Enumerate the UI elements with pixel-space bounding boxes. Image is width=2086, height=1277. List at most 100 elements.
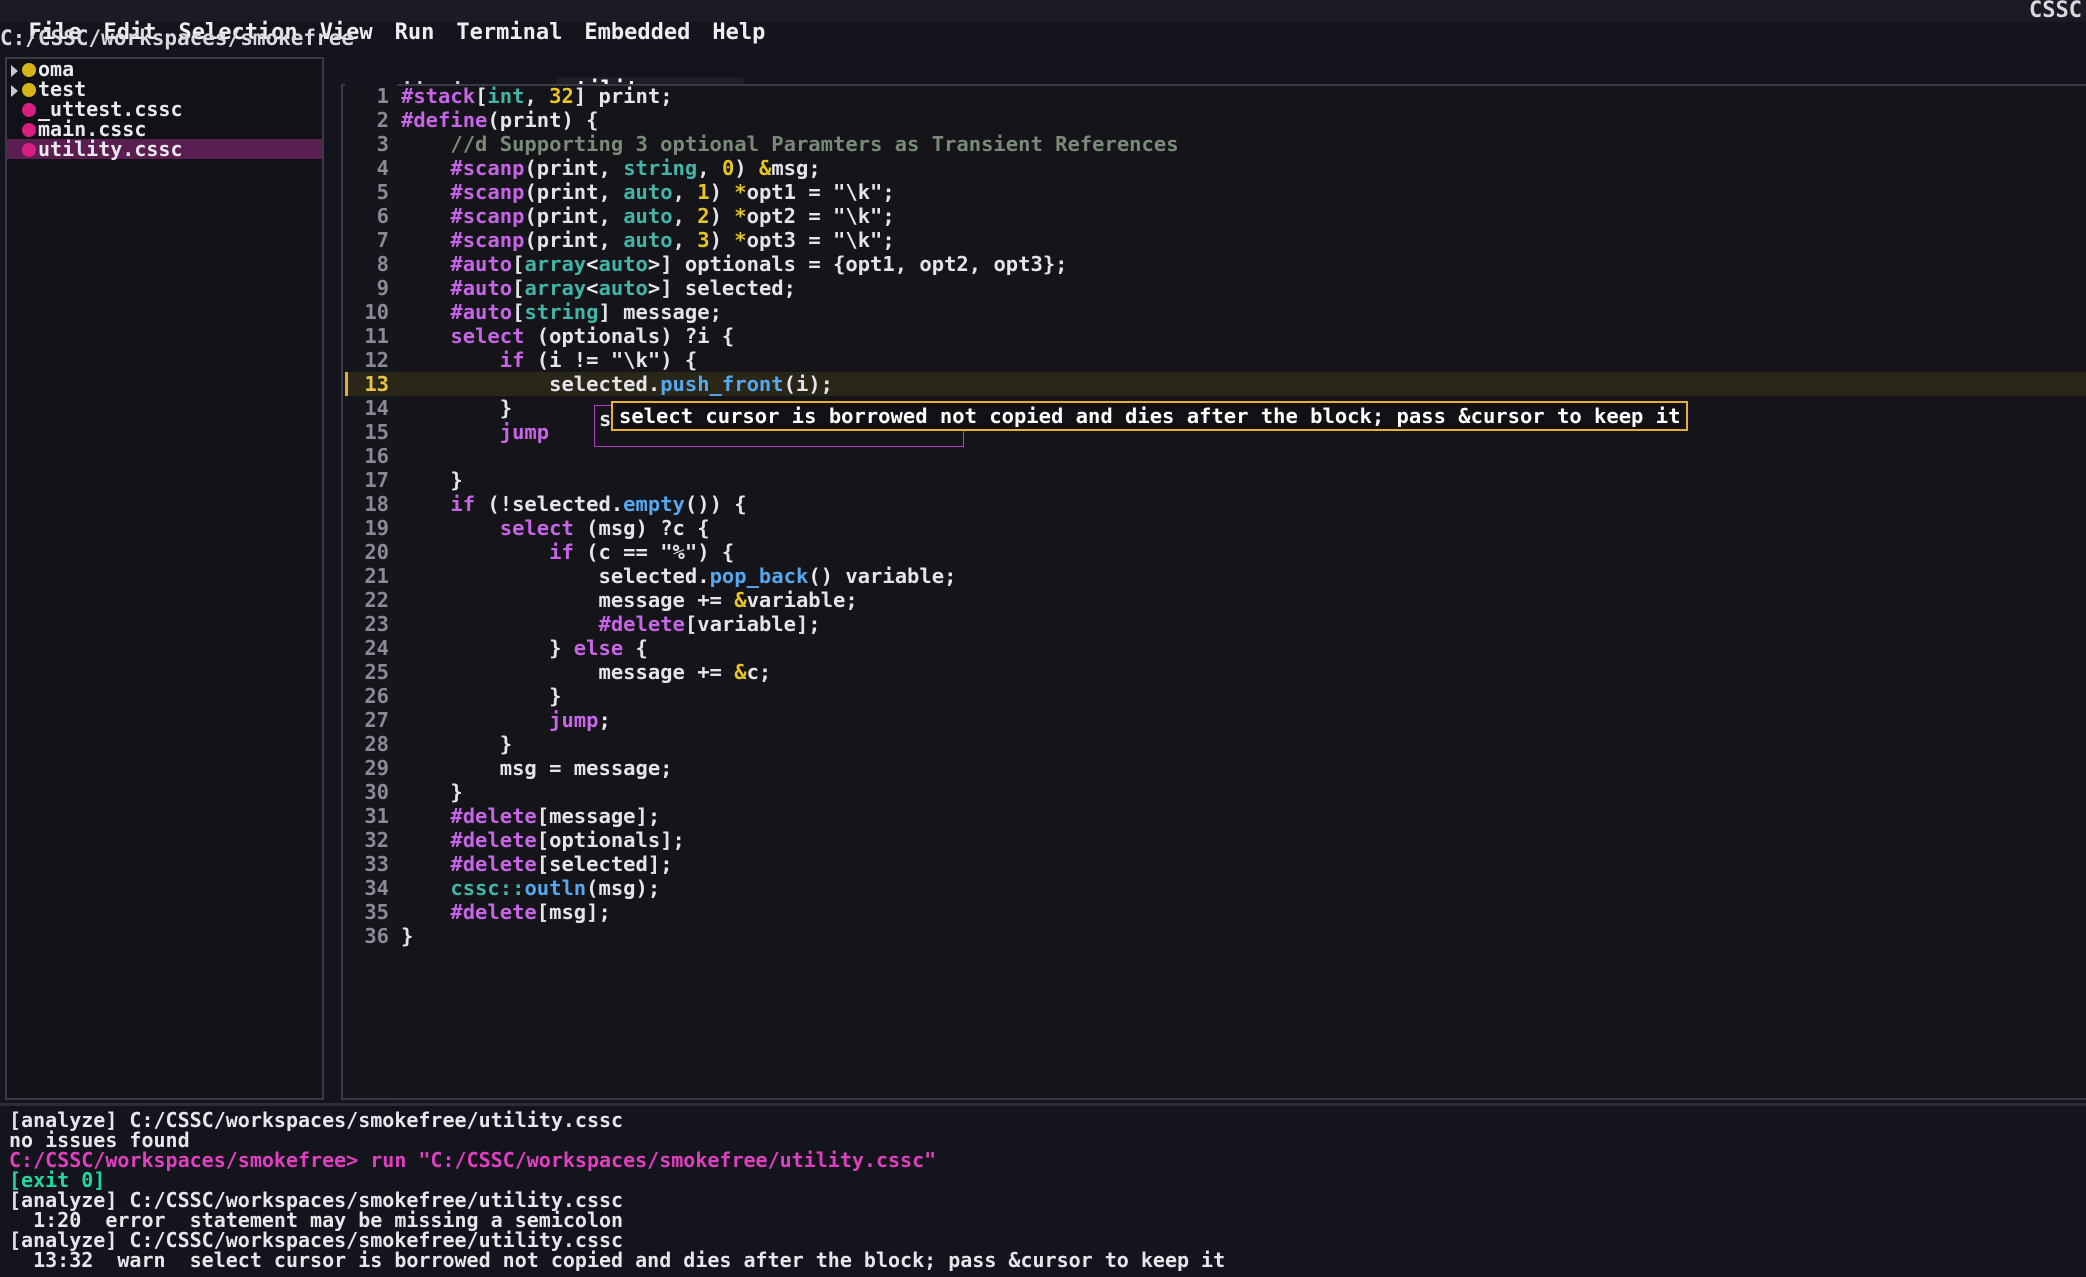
code-line[interactable]: 13 selected.push_front(i); (345, 372, 2086, 396)
menu-run[interactable]: Run (393, 22, 435, 44)
tree-item-label: utility.cssc (38, 137, 183, 161)
code-token: } (401, 732, 513, 756)
code-token: #auto (450, 252, 513, 276)
code-line[interactable]: 28 } (345, 732, 2086, 756)
code-line[interactable]: 17 } (345, 468, 2086, 492)
code-token: #scanp (450, 180, 525, 204)
code-line[interactable]: 3 //d Supporting 3 optional Paramters as… (345, 132, 2086, 156)
code-lines[interactable]: 1 #stack[int, 32] print; 2 #define(print) {… (345, 84, 2086, 948)
menu-help[interactable]: Help (710, 22, 765, 44)
code-line[interactable]: 21 selected.pop_back() variable; (345, 564, 2086, 588)
line-number: 26 (364, 684, 389, 708)
code-line[interactable]: 1 #stack[int, 32] print; (345, 84, 2086, 108)
code-line[interactable]: 23 #delete[variable]; (345, 612, 2086, 636)
code-line[interactable]: 31 #delete[message]; (345, 804, 2086, 828)
code-line[interactable]: 2 #define(print) { (345, 108, 2086, 132)
line-number: 19 (364, 516, 389, 540)
code-token: & (758, 156, 772, 180)
code-token: } (401, 780, 463, 804)
code-token: jump (499, 420, 550, 444)
code-line[interactable]: 19 select (msg) ?c { (345, 516, 2086, 540)
line-number: 14 (364, 396, 389, 420)
file-icon (22, 123, 36, 137)
code-line[interactable]: 27 jump; (345, 708, 2086, 732)
code-line[interactable]: 10 #auto[string] message; (345, 300, 2086, 324)
code-line[interactable]: 5 #scanp(print, auto, 1) *opt1 = "\k"; (345, 180, 2086, 204)
code-line[interactable]: 8 #auto[array<auto>] optionals = {opt1, … (345, 252, 2086, 276)
terminal-line: [exit 0] (9, 1168, 106, 1192)
line-number: 32 (364, 828, 389, 852)
code-token: string (524, 300, 599, 324)
code-token: ) (709, 180, 735, 204)
code-line[interactable]: 16 (345, 444, 2086, 468)
code-token: #delete (450, 828, 537, 852)
code-token: ; (598, 708, 611, 732)
code-token: #delete (450, 852, 537, 876)
terminal-output[interactable]: [analyze] C:/CSSC/workspaces/smokefree/u… (9, 1110, 1225, 1270)
code-token: >] optionals = {opt1, opt2, opt3}; (647, 252, 1068, 276)
code-token: c; (746, 660, 772, 684)
tree-folder-test[interactable]: test (7, 79, 322, 99)
code-token: (msg); (586, 876, 661, 900)
code-line[interactable]: 4 #scanp(print, string, 0) &msg; (345, 156, 2086, 180)
code-line[interactable]: 11 select (optionals) ?i { (345, 324, 2086, 348)
code-token: [ (512, 300, 525, 324)
code-line[interactable]: 25 message += &c; (345, 660, 2086, 684)
panel-divider[interactable] (0, 1103, 2086, 1106)
code-line[interactable]: 34 cssc::outln(msg); (345, 876, 2086, 900)
code-token: int (487, 84, 525, 108)
code-token: } (401, 684, 562, 708)
code-token: #scanp (450, 204, 525, 228)
code-line[interactable]: 29 msg = message; (345, 756, 2086, 780)
code-line[interactable]: 22 message += &variable; (345, 588, 2086, 612)
code-line[interactable]: 26 } (345, 684, 2086, 708)
code-token: message += (401, 588, 735, 612)
code-token: //d Supporting 3 optional Paramters as T… (401, 132, 1179, 156)
code-line[interactable]: 30 } (345, 780, 2086, 804)
code-token: else (573, 636, 624, 660)
terminal-line: [analyze] C:/CSSC/workspaces/smokefree/u… (9, 1188, 624, 1212)
menu-embedded[interactable]: Embedded (582, 22, 690, 44)
code-line[interactable]: 7 #scanp(print, auto, 3) *opt3 = "\k"; (345, 228, 2086, 252)
line-number: 34 (364, 876, 389, 900)
code-token: #scanp (450, 156, 525, 180)
code-line[interactable]: 18 if (!selected.empty()) { (345, 492, 2086, 516)
terminal-line: [analyze] C:/CSSC/workspaces/smokefree/u… (9, 1108, 624, 1132)
code-token: ) (709, 204, 735, 228)
code-line[interactable]: 36} (345, 924, 2086, 948)
line-number: 10 (364, 300, 389, 324)
terminal-line: [analyze] C:/CSSC/workspaces/smokefree/u… (9, 1228, 624, 1252)
chevron-right-icon[interactable] (11, 84, 18, 97)
code-line[interactable]: 12 if (i != "\k") { (345, 348, 2086, 372)
code-token: (print) { (487, 108, 599, 132)
tree-file-utility[interactable]: utility.cssc (7, 139, 322, 159)
code-line[interactable]: 20 if (c == "%") { (345, 540, 2086, 564)
code-line[interactable]: 24 } else { (345, 636, 2086, 660)
code-token: if (549, 540, 574, 564)
tree-folder-oma[interactable]: oma (7, 59, 322, 79)
code-line[interactable]: 35 #delete[msg]; (345, 900, 2086, 924)
code-token: cssc:: (450, 876, 525, 900)
line-number: 1 (376, 84, 389, 108)
terminal-line: 13:32 warn select cursor is borrowed not… (9, 1248, 1226, 1272)
code-line[interactable]: 33 #delete[selected]; (345, 852, 2086, 876)
menu-terminal[interactable]: Terminal (454, 22, 562, 44)
code-token: pop_back (709, 564, 809, 588)
code-token: 32 (549, 84, 574, 108)
line-number: 6 (376, 204, 389, 228)
code-token: ] print; (573, 84, 673, 108)
chevron-right-icon[interactable] (11, 64, 18, 77)
code-token: jump (549, 708, 599, 732)
code-line[interactable]: 32 #delete[optionals]; (345, 828, 2086, 852)
code-line[interactable]: 9 #auto[array<auto>] selected; (345, 276, 2086, 300)
code-token: #auto (450, 300, 513, 324)
tree-file-main[interactable]: main.cssc (7, 119, 322, 139)
tree-file-uttest[interactable]: _uttest.cssc (7, 99, 322, 119)
code-line[interactable]: 6 #scanp(print, auto, 2) *opt2 = "\k"; (345, 204, 2086, 228)
